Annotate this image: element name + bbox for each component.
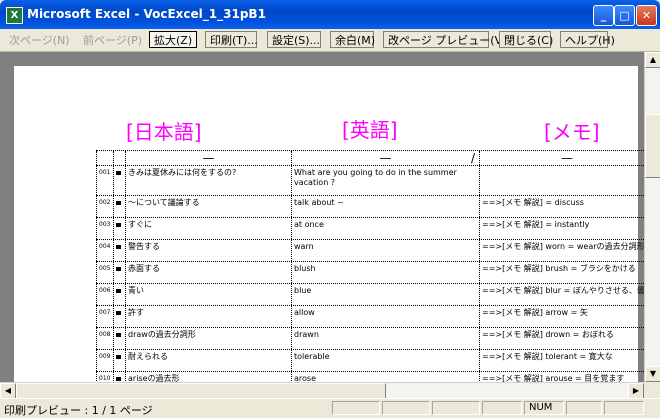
zoom-button[interactable]: 拡大(Z) [149,31,197,48]
flag-icon [116,377,121,381]
preview-page[interactable]: [日本語] [英語] [メモ] — — / — 001 きみは夏休みには何をするの… [14,66,644,382]
table-row: 001 きみは夏休みには何をするの? What are you going to… [96,166,644,196]
status-panel [482,401,522,415]
flag-icon [116,289,121,293]
flag-icon [116,201,121,205]
scroll-left-icon[interactable]: ◀ [0,383,16,399]
flag-icon [116,333,121,337]
scroll-right-icon[interactable]: ▶ [628,383,644,399]
preview-toolbar: 次ページ(N) 前ページ(P) 拡大(Z) 印刷(T)... 設定(S)... … [0,29,660,52]
flag-icon [116,267,121,271]
table-row: 004 警告する warn ==>[メモ 解説] worn = wearの過去分… [96,240,644,262]
margins-button[interactable]: 余白(M) [330,31,375,48]
excel-icon: X [6,7,23,24]
status-bar: 印刷プレビュー : 1 / 1 ページ NUM [0,398,660,418]
scroll-corner [644,382,660,398]
table-row: 009 耐えられる tolerable ==>[メモ 解説] tolerant … [96,350,644,372]
flag-icon [116,355,121,359]
table-row: 006 青い blue ==>[メモ 解説] blur = ぼんやりさせる、曇り [96,284,644,306]
table-row: 007 許す allow ==>[メモ 解説] arrow = 矢 [96,306,644,328]
prev-page-button[interactable]: 前ページ(P) [78,31,142,48]
page-break-preview-button[interactable]: 改ページ プレビュー(V) [383,31,506,48]
close-window-button[interactable]: ✕ [636,5,657,26]
horizontal-scrollbar[interactable]: ◀ ▶ [0,382,644,399]
setup-button[interactable]: 設定(S)... [267,31,321,48]
flag-icon [116,311,121,315]
heading-memo: [メモ] [544,120,600,144]
window-title: Microsoft Excel - VocExcel_1_31pB1 [27,7,266,21]
heading-japanese: [日本語] [126,120,202,144]
table-row: 003 すぐに at once ==>[メモ 解説] = instantly [96,218,644,240]
print-preview-area[interactable]: [日本語] [英語] [メモ] — — / — 001 きみは夏休みには何をするの… [0,52,644,382]
table-row: 010 ariseの過去形 arose ==>[メモ 解説] arouse = … [96,372,644,382]
header-en-mark: / [470,151,475,165]
header-en: — / [292,151,480,165]
scroll-down-icon[interactable]: ▼ [645,366,660,382]
horizontal-scroll-thumb[interactable] [16,383,386,399]
table-row: 002 ～について議論する talk about ~ ==>[メモ 解説] = … [96,196,644,218]
status-text: 印刷プレビュー : 1 / 1 ページ [4,404,153,417]
print-button[interactable]: 印刷(T)... [205,31,258,48]
table-row: 005 赤面する blush ==>[メモ 解説] brush = ブラシをかけ… [96,262,644,284]
next-page-button[interactable]: 次ページ(N) [4,31,70,48]
status-panel [566,401,602,415]
help-button[interactable]: ヘルプ(H) [560,31,615,48]
vertical-scroll-thumb[interactable] [645,114,660,178]
header-memo: — [561,151,573,165]
maximize-button[interactable]: □ [614,5,635,26]
status-panel [382,401,430,415]
title-bar: X Microsoft Excel - VocExcel_1_31pB1 _ □… [0,0,660,29]
excel-window: X Microsoft Excel - VocExcel_1_31pB1 _ □… [0,0,660,418]
flag-icon [116,245,121,249]
flag-icon [116,223,121,227]
vertical-scrollbar[interactable]: ▲ ▼ [644,52,660,382]
flag-icon [116,171,121,175]
table-header-row: — — / — [96,150,644,166]
status-panel [432,401,480,415]
header-jp: — [126,151,292,165]
status-panel [604,401,644,415]
close-preview-button[interactable]: 閉じる(C) [499,31,553,48]
num-lock-indicator: NUM [524,401,564,415]
status-panel [332,401,380,415]
heading-english: [英語] [342,118,398,142]
minimize-button[interactable]: _ [593,5,614,26]
table-row: 008 drawの過去分詞形 drawn ==>[メモ 解説] drown = … [96,328,644,350]
scroll-up-icon[interactable]: ▲ [645,52,660,68]
